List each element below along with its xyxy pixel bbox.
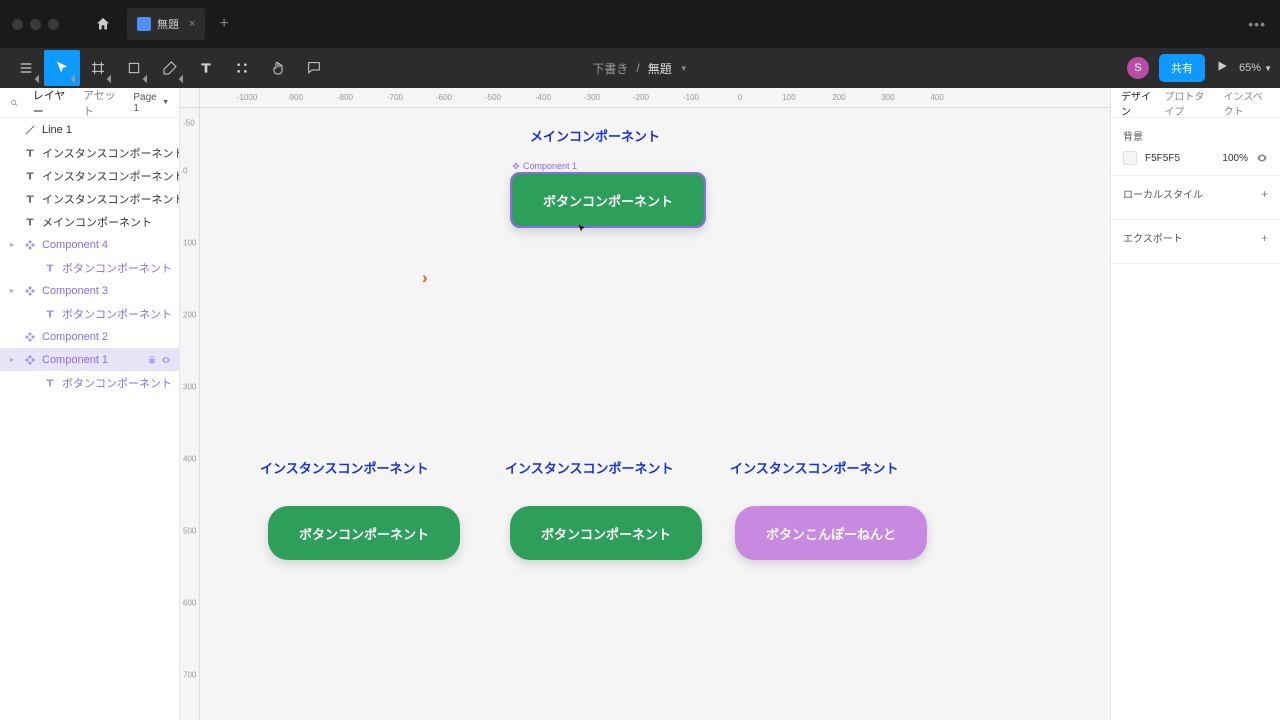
layer-c4t[interactable]: ボタンコンポーネント xyxy=(0,256,179,279)
red-chevron-marker: › xyxy=(422,268,428,288)
canvas-label-instance-3[interactable]: インスタンスコンポーネント xyxy=(730,458,898,477)
resources-tool[interactable] xyxy=(224,50,260,86)
tab-prototype[interactable]: プロトタイプ xyxy=(1164,88,1211,118)
layer-t2[interactable]: インスタンスコンポーネント xyxy=(0,164,179,187)
present-button[interactable] xyxy=(1215,59,1229,78)
main-component-button[interactable]: ボタンコンポーネント xyxy=(510,172,706,228)
background-swatch[interactable] xyxy=(1123,151,1137,165)
add-export-button[interactable]: + xyxy=(1261,231,1268,245)
text-tool[interactable] xyxy=(188,50,224,86)
layer-line1[interactable]: Line 1 xyxy=(0,118,179,141)
share-button[interactable]: 共有 xyxy=(1159,54,1205,82)
canvas-label-instance-2[interactable]: インスタンスコンポーネント xyxy=(505,458,673,477)
layer-t1[interactable]: インスタンスコンポーネント xyxy=(0,141,179,164)
tab-assets[interactable]: アセット xyxy=(83,87,121,119)
tab-layers[interactable]: レイヤー xyxy=(33,87,71,119)
maximize-window[interactable] xyxy=(48,19,59,30)
tab-title: 無題 xyxy=(157,16,179,32)
layer-c3[interactable]: ▸Component 3 xyxy=(0,279,179,302)
user-avatar[interactable]: S xyxy=(1127,57,1149,79)
document-tab[interactable]: 無題 × xyxy=(127,8,205,40)
zoom-value: 65% xyxy=(1239,62,1261,74)
background-heading: 背景 xyxy=(1123,128,1143,143)
background-hex[interactable]: F5F5F5 xyxy=(1145,153,1210,164)
close-tab-icon[interactable]: × xyxy=(189,18,195,30)
chevron-down-icon: ▼ xyxy=(162,99,169,106)
window-controls xyxy=(12,19,59,30)
pen-tool[interactable] xyxy=(152,50,188,86)
instance-button-2[interactable]: ボタンコンポーネント xyxy=(510,506,702,560)
layer-c1t[interactable]: ボタンコンポーネント xyxy=(0,371,179,394)
layer-c3t[interactable]: ボタンコンポーネント xyxy=(0,302,179,325)
layer-list: Line 1インスタンスコンポーネントインスタンスコンポーネントインスタンスコン… xyxy=(0,118,179,720)
tab-design[interactable]: デザイン xyxy=(1121,88,1152,118)
minimize-window[interactable] xyxy=(30,19,41,30)
titlebar: 無題 × + ••• xyxy=(0,0,1280,48)
chevron-down-icon: ▼ xyxy=(680,64,688,73)
visibility-toggle-icon[interactable] xyxy=(1256,152,1268,164)
zoom-control[interactable]: 65% ▼ xyxy=(1239,62,1272,74)
layer-c1[interactable]: ▸Component 1 xyxy=(0,348,179,371)
layers-panel: レイヤー アセット Page 1 ▼ Line 1インスタンスコンポーネントイン… xyxy=(0,88,180,720)
canvas-label-instance-1[interactable]: インスタンスコンポーネント xyxy=(260,458,428,477)
main-menu-button[interactable] xyxy=(8,50,44,86)
document-title[interactable]: 下書き / 無題 ▼ xyxy=(592,60,687,77)
add-tab-button[interactable]: + xyxy=(219,15,228,33)
layer-t4[interactable]: メインコンポーネント xyxy=(0,210,179,233)
separator: / xyxy=(636,61,639,75)
layer-t3[interactable]: インスタンスコンポーネント xyxy=(0,187,179,210)
doc-status: 下書き xyxy=(592,60,628,77)
shape-tool[interactable] xyxy=(116,50,152,86)
hand-tool[interactable] xyxy=(260,50,296,86)
background-opacity[interactable]: 100% xyxy=(1218,153,1248,164)
canvas-label-main[interactable]: メインコンポーネント xyxy=(530,126,660,145)
canvas[interactable]: メインコンポーネント Component 1 ボタンコンポーネント › インスタ… xyxy=(180,88,1110,720)
doc-name: 無題 xyxy=(648,60,672,77)
local-styles-heading: ローカルスタイル xyxy=(1123,186,1203,201)
home-icon[interactable] xyxy=(95,16,111,32)
frame-tool[interactable] xyxy=(80,50,116,86)
comment-tool[interactable] xyxy=(296,50,332,86)
more-menu-icon[interactable]: ••• xyxy=(1248,16,1266,32)
add-style-button[interactable]: + xyxy=(1261,187,1268,201)
search-icon[interactable] xyxy=(10,98,19,108)
export-heading: エクスポート xyxy=(1123,230,1183,245)
instance-button-3[interactable]: ボタンこんぽーねんと xyxy=(735,506,927,560)
page-selector[interactable]: Page 1 ▼ xyxy=(133,92,169,114)
tab-inspect[interactable]: インスペクト xyxy=(1224,88,1270,118)
move-tool[interactable] xyxy=(44,50,80,86)
file-icon xyxy=(137,17,151,31)
instance-button-1[interactable]: ボタンコンポーネント xyxy=(268,506,460,560)
properties-panel: デザイン プロトタイプ インスペクト 背景 F5F5F5 100% ローカルスタ… xyxy=(1110,88,1280,720)
canvas-area[interactable]: -1000-900-800-700-600-500-400-300-200-10… xyxy=(180,88,1110,720)
close-window[interactable] xyxy=(12,19,23,30)
chevron-down-icon: ▼ xyxy=(1264,64,1272,73)
layer-c2[interactable]: Component 2 xyxy=(0,325,179,348)
toolbar: 下書き / 無題 ▼ S 共有 65% ▼ xyxy=(0,48,1280,88)
layer-c4[interactable]: ▸Component 4 xyxy=(0,233,179,256)
component-tag[interactable]: Component 1 xyxy=(512,161,577,171)
